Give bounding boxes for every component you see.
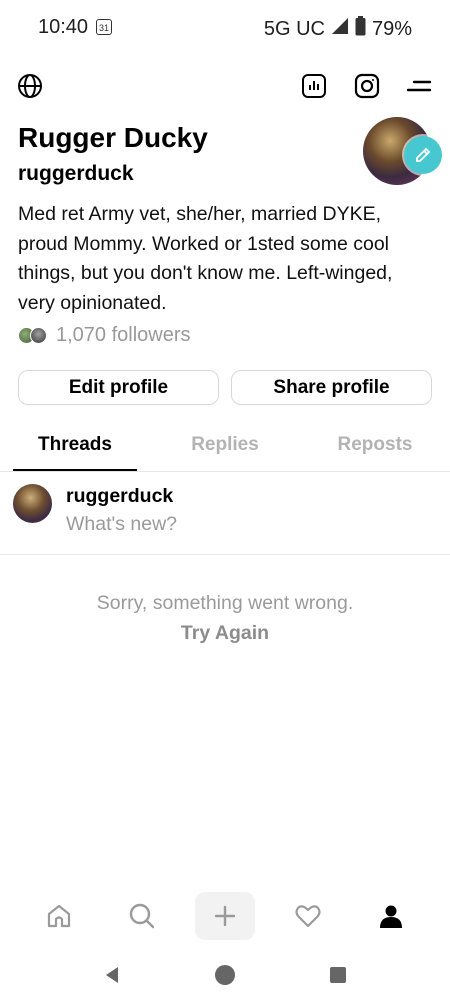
try-again-button[interactable]: Try Again — [0, 622, 450, 645]
edit-profile-button[interactable]: Edit profile — [18, 370, 219, 405]
share-profile-button[interactable]: Share profile — [231, 370, 432, 405]
calendar-icon: 31 — [96, 19, 112, 35]
profile-toolbar — [0, 68, 450, 104]
create-icon[interactable] — [195, 892, 255, 940]
signal-icon — [331, 17, 349, 41]
followers-row[interactable]: 1,070 followers — [18, 322, 191, 348]
composer-handle: ruggerduck — [66, 485, 174, 507]
profile-handle: ruggerduck — [18, 162, 134, 185]
profile-name: Rugger Ducky — [18, 122, 208, 153]
network-label: 5G UC — [263, 17, 325, 40]
search-icon[interactable] — [112, 892, 172, 940]
profile-bio: Med ret Army vet, she/her, married DYKE,… — [18, 203, 393, 314]
status-time: 10:40 — [38, 16, 89, 38]
tab-threads[interactable]: Threads — [0, 418, 150, 471]
status-indicators: 5G UC 79% — [264, 16, 412, 42]
globe-icon[interactable] — [12, 68, 48, 104]
battery-label: 79% — [371, 17, 412, 40]
home-icon[interactable] — [29, 892, 89, 940]
system-nav — [0, 955, 450, 995]
profile-tabs: Threads Replies Reposts — [0, 418, 450, 472]
menu-icon[interactable] — [401, 68, 437, 104]
edit-avatar-icon[interactable] — [404, 136, 442, 174]
activity-icon[interactable] — [278, 892, 338, 940]
tab-replies[interactable]: Replies — [150, 418, 300, 471]
follower-avatar — [30, 326, 47, 344]
recents-icon[interactable] — [326, 963, 350, 987]
back-icon[interactable] — [100, 963, 124, 987]
composer-input[interactable]: What's new? — [66, 513, 177, 536]
insights-icon[interactable] — [296, 68, 332, 104]
tab-reposts[interactable]: Reposts — [300, 418, 450, 471]
bottom-nav — [0, 888, 450, 944]
avatar — [13, 484, 52, 523]
battery-icon — [355, 16, 366, 42]
profile-icon[interactable] — [361, 892, 421, 940]
status-bar: 10:40 31 5G UC 79% — [0, 0, 450, 56]
instagram-icon[interactable] — [349, 68, 385, 104]
error-message: Sorry, something went wrong. — [96, 592, 354, 614]
home-circle-icon[interactable] — [213, 963, 237, 987]
thread-composer[interactable]: ruggerduck What's new? — [0, 472, 450, 555]
active-tab-indicator — [13, 469, 137, 471]
followers-count: 1,070 followers — [56, 323, 191, 346]
